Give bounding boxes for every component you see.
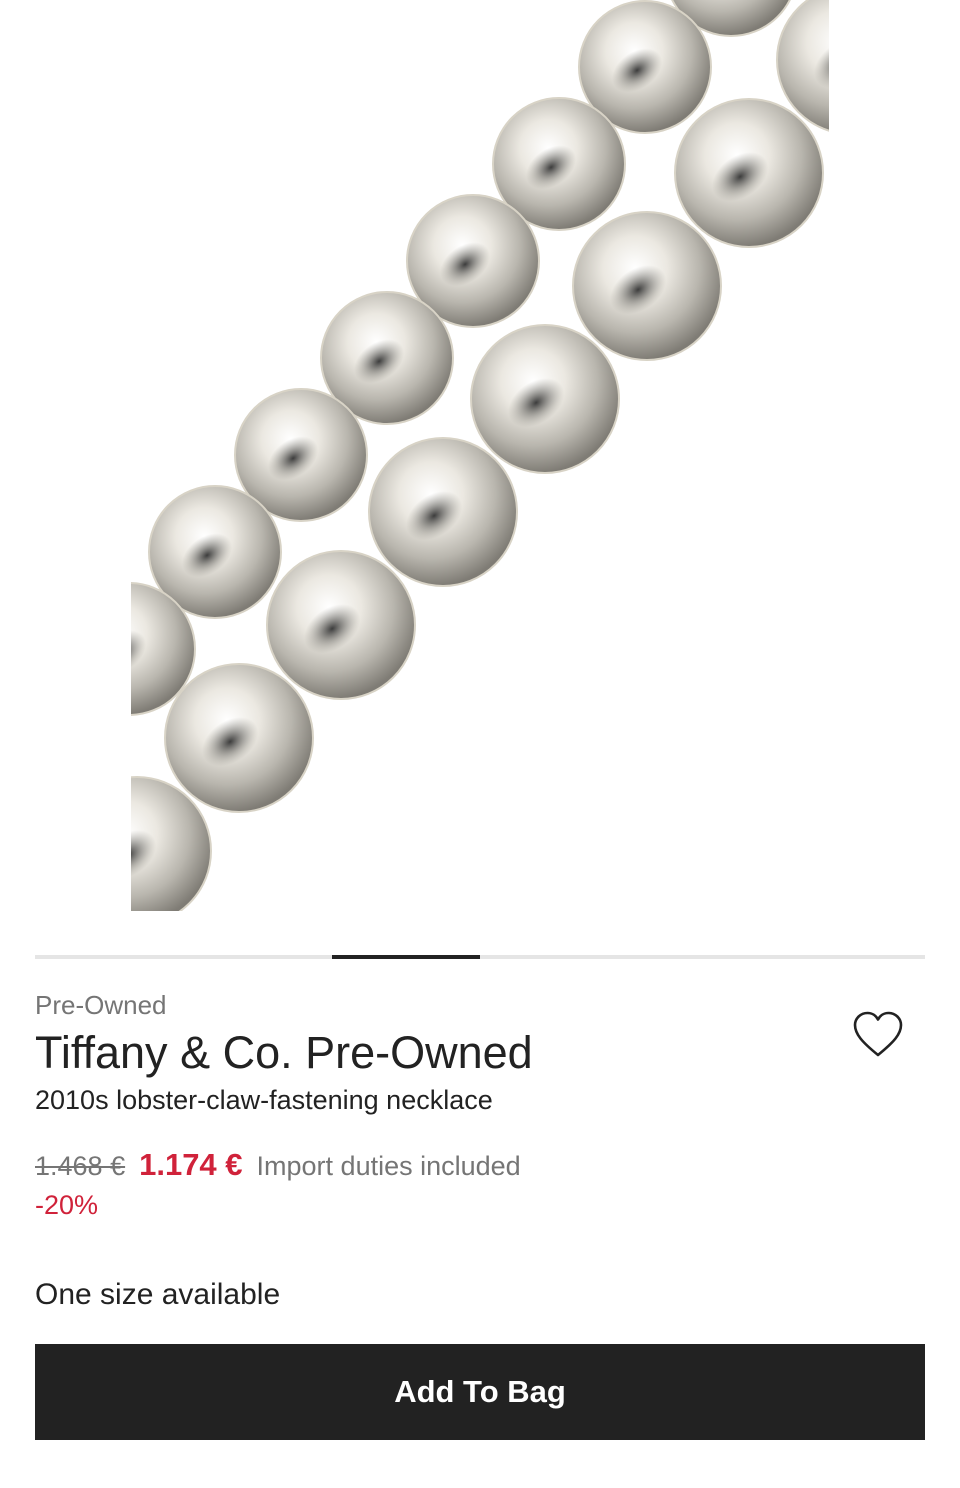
product-description: 2010s lobster-claw-fastening necklace bbox=[35, 1085, 493, 1115]
heart-icon[interactable] bbox=[852, 1011, 904, 1059]
necklace-beads bbox=[131, 0, 829, 911]
size-availability: One size available bbox=[35, 1278, 281, 1311]
original-price: 1.468 € bbox=[35, 1151, 126, 1181]
price-row: 1.468 € 1.174 € Import duties included bbox=[35, 1147, 521, 1187]
add-to-bag-button[interactable]: Add To Bag bbox=[35, 1344, 925, 1440]
product-image[interactable] bbox=[131, 0, 829, 911]
sale-price: 1.174 € bbox=[139, 1147, 243, 1182]
image-carousel-indicator[interactable] bbox=[35, 955, 925, 959]
carousel-active-segment bbox=[331, 955, 480, 959]
duties-note: Import duties included bbox=[256, 1151, 521, 1181]
discount-badge: -20% bbox=[35, 1190, 99, 1220]
condition-label: Pre-Owned bbox=[35, 990, 167, 1020]
brand-name[interactable]: Tiffany & Co. Pre-Owned bbox=[35, 1027, 533, 1079]
